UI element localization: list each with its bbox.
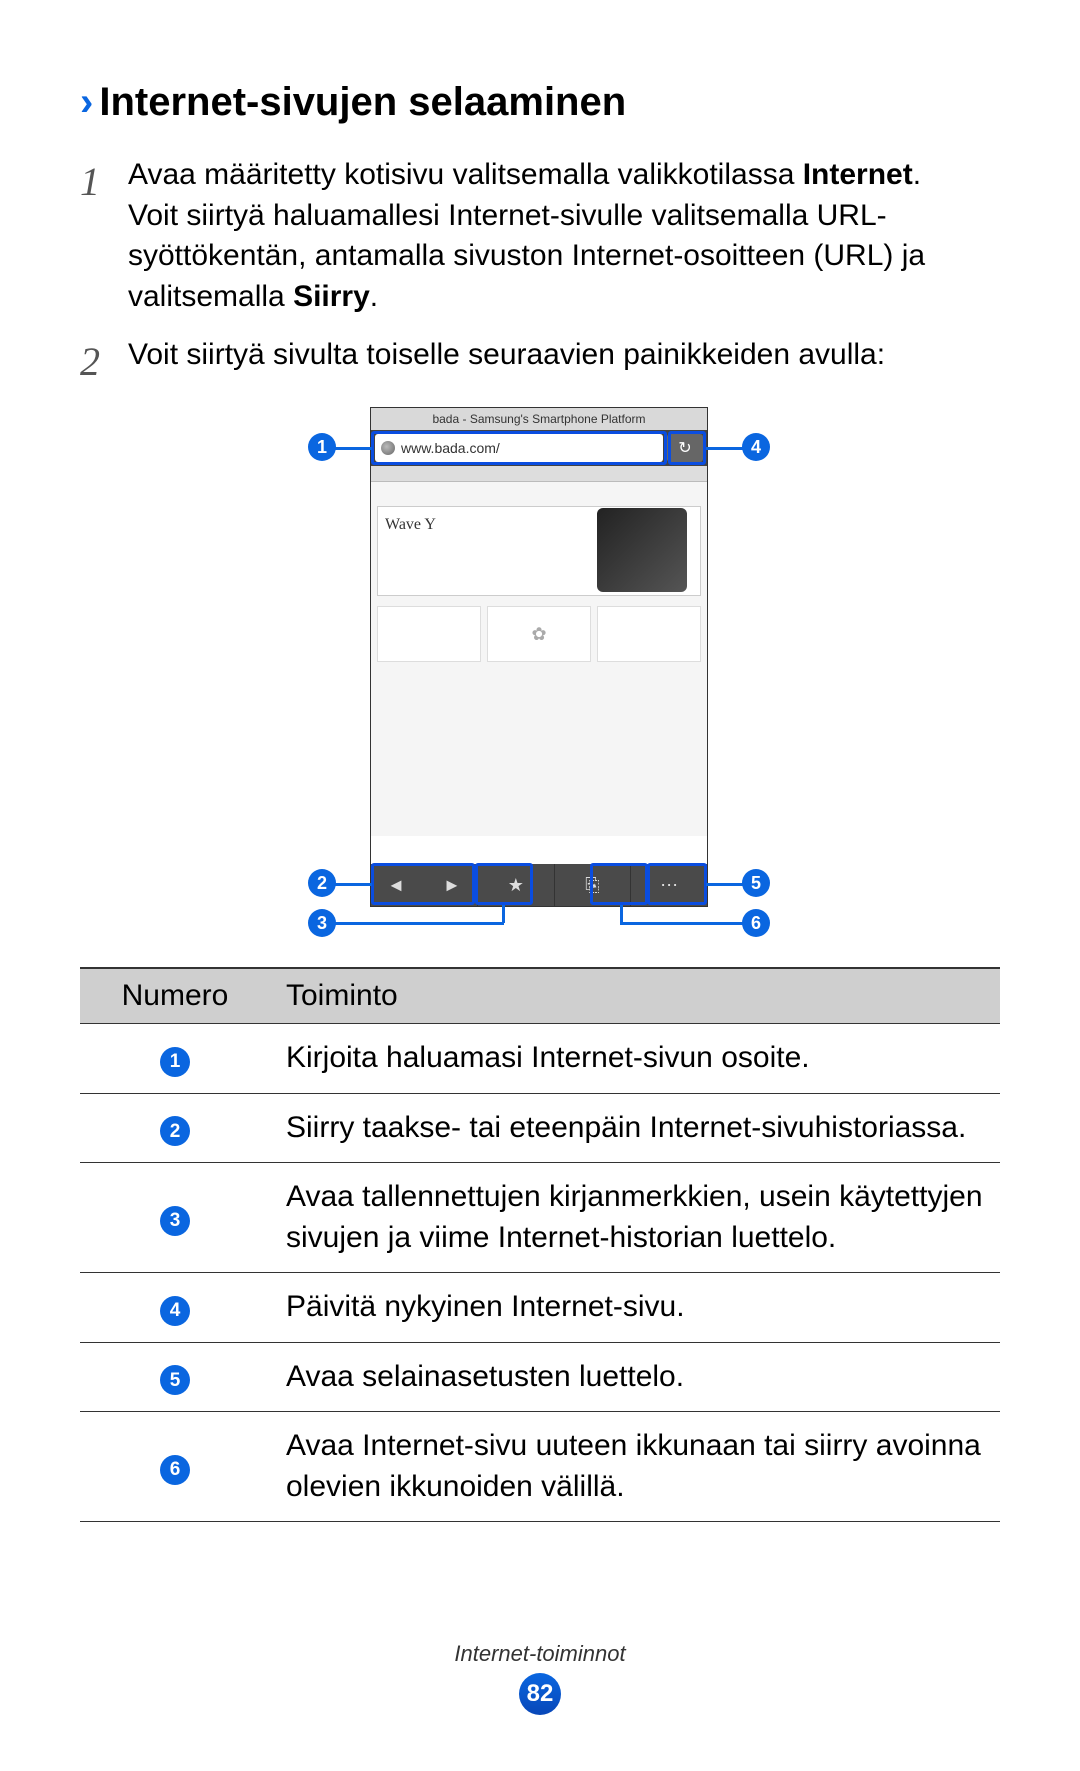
- row-desc-5: Avaa selainasetusten luettelo.: [270, 1342, 1000, 1412]
- row-num-6: 6: [160, 1455, 190, 1485]
- row-num-3: 3: [160, 1206, 190, 1236]
- row-desc-4: Päivitä nykyinen Internet-sivu.: [270, 1273, 1000, 1343]
- browser-toolbar: ◄ ► ★ ⎘ ⋯: [371, 864, 707, 906]
- th-numero: Numero: [80, 968, 270, 1024]
- phone-screenshot: bada - Samsung's Smartphone Platform www…: [370, 407, 708, 907]
- table-row: 5 Avaa selainasetusten luettelo.: [80, 1342, 1000, 1412]
- row-desc-2: Siirry taakse- tai eteenpäin Internet-si…: [270, 1093, 1000, 1163]
- star-icon: ★: [508, 875, 524, 896]
- table-row: 6 Avaa Internet-sivu uuteen ikkunaan tai…: [80, 1412, 1000, 1522]
- wave-logo: Wave Y: [385, 516, 436, 534]
- bookmarks-button[interactable]: ★: [478, 864, 555, 906]
- more-button[interactable]: ⋯: [631, 864, 707, 906]
- callout-pin-2: 2: [308, 869, 336, 897]
- phone-image: [597, 508, 687, 592]
- callout-pin-6: 6: [742, 909, 770, 937]
- url-field[interactable]: www.bada.com/: [375, 434, 663, 462]
- table-row: 1 Kirjoita haluamasi Internet-sivun osoi…: [80, 1024, 1000, 1094]
- section-title-text: Internet-sivujen selaaminen: [99, 80, 626, 125]
- section-title: › Internet-sivujen selaaminen: [80, 80, 1000, 125]
- page-content: Wave Y ✿: [371, 466, 707, 836]
- phone-titlebar: bada - Samsung's Smartphone Platform: [371, 408, 707, 430]
- globe-icon: [381, 441, 395, 455]
- footer-section-label: Internet-toiminnot: [0, 1641, 1080, 1667]
- step-1-bold: Internet: [803, 158, 913, 191]
- step-number: 1: [80, 155, 110, 317]
- callout-pin-4: 4: [742, 433, 770, 461]
- table-row: 2 Siirry taakse- tai eteenpäin Internet-…: [80, 1093, 1000, 1163]
- step-2-text: Voit siirtyä sivulta toiselle seuraavien…: [128, 335, 1000, 389]
- row-num-2: 2: [160, 1116, 190, 1146]
- url-bar: www.bada.com/ ↻: [371, 430, 707, 466]
- windows-icon: ⎘: [585, 875, 599, 896]
- callout-pin-1: 1: [308, 433, 336, 461]
- windows-button[interactable]: ⎘: [555, 864, 632, 906]
- refresh-button[interactable]: ↻: [667, 434, 703, 462]
- step-1-text-b: .: [913, 158, 921, 191]
- chevron-icon: ›: [80, 80, 93, 125]
- step-number: 2: [80, 335, 110, 389]
- forward-icon: ►: [427, 875, 477, 896]
- row-desc-6: Avaa Internet-sivu uuteen ikkunaan tai s…: [270, 1412, 1000, 1522]
- callout-pin-3: 3: [308, 909, 336, 937]
- step-2: 2 Voit siirtyä sivulta toiselle seuraavi…: [80, 335, 1000, 389]
- nav-buttons[interactable]: ◄ ►: [371, 864, 478, 906]
- table-row: 3 Avaa tallennettujen kirjanmerkkien, us…: [80, 1163, 1000, 1273]
- row-num-1: 1: [160, 1047, 190, 1077]
- row-desc-1: Kirjoita haluamasi Internet-sivun osoite…: [270, 1024, 1000, 1094]
- row-num-5: 5: [160, 1365, 190, 1395]
- callout-pin-5: 5: [742, 869, 770, 897]
- page-number: 82: [519, 1673, 561, 1715]
- refresh-icon: ↻: [678, 438, 691, 458]
- url-text: www.bada.com/: [401, 440, 500, 456]
- page-footer: Internet-toiminnot 82: [0, 1641, 1080, 1715]
- screenshot-figure: bada - Samsung's Smartphone Platform www…: [270, 407, 810, 937]
- step-1-line2b: .: [370, 280, 378, 313]
- step-1-line2-bold: Siirry: [293, 280, 370, 313]
- th-toiminto: Toiminto: [270, 968, 1000, 1024]
- step-1-line2a: Voit siirtyä haluamallesi Internet-sivul…: [128, 199, 925, 313]
- row-desc-3: Avaa tallennettujen kirjanmerkkien, usei…: [270, 1163, 1000, 1273]
- row-num-4: 4: [160, 1296, 190, 1326]
- more-icon: ⋯: [660, 875, 678, 896]
- step-1-text-a: Avaa määritetty kotisivu valitsemalla va…: [128, 158, 803, 191]
- back-icon: ◄: [371, 875, 421, 896]
- step-1: 1 Avaa määritetty kotisivu valitsemalla …: [80, 155, 1000, 317]
- table-row: 4 Päivitä nykyinen Internet-sivu.: [80, 1273, 1000, 1343]
- function-table: Numero Toiminto 1 Kirjoita haluamasi Int…: [80, 967, 1000, 1522]
